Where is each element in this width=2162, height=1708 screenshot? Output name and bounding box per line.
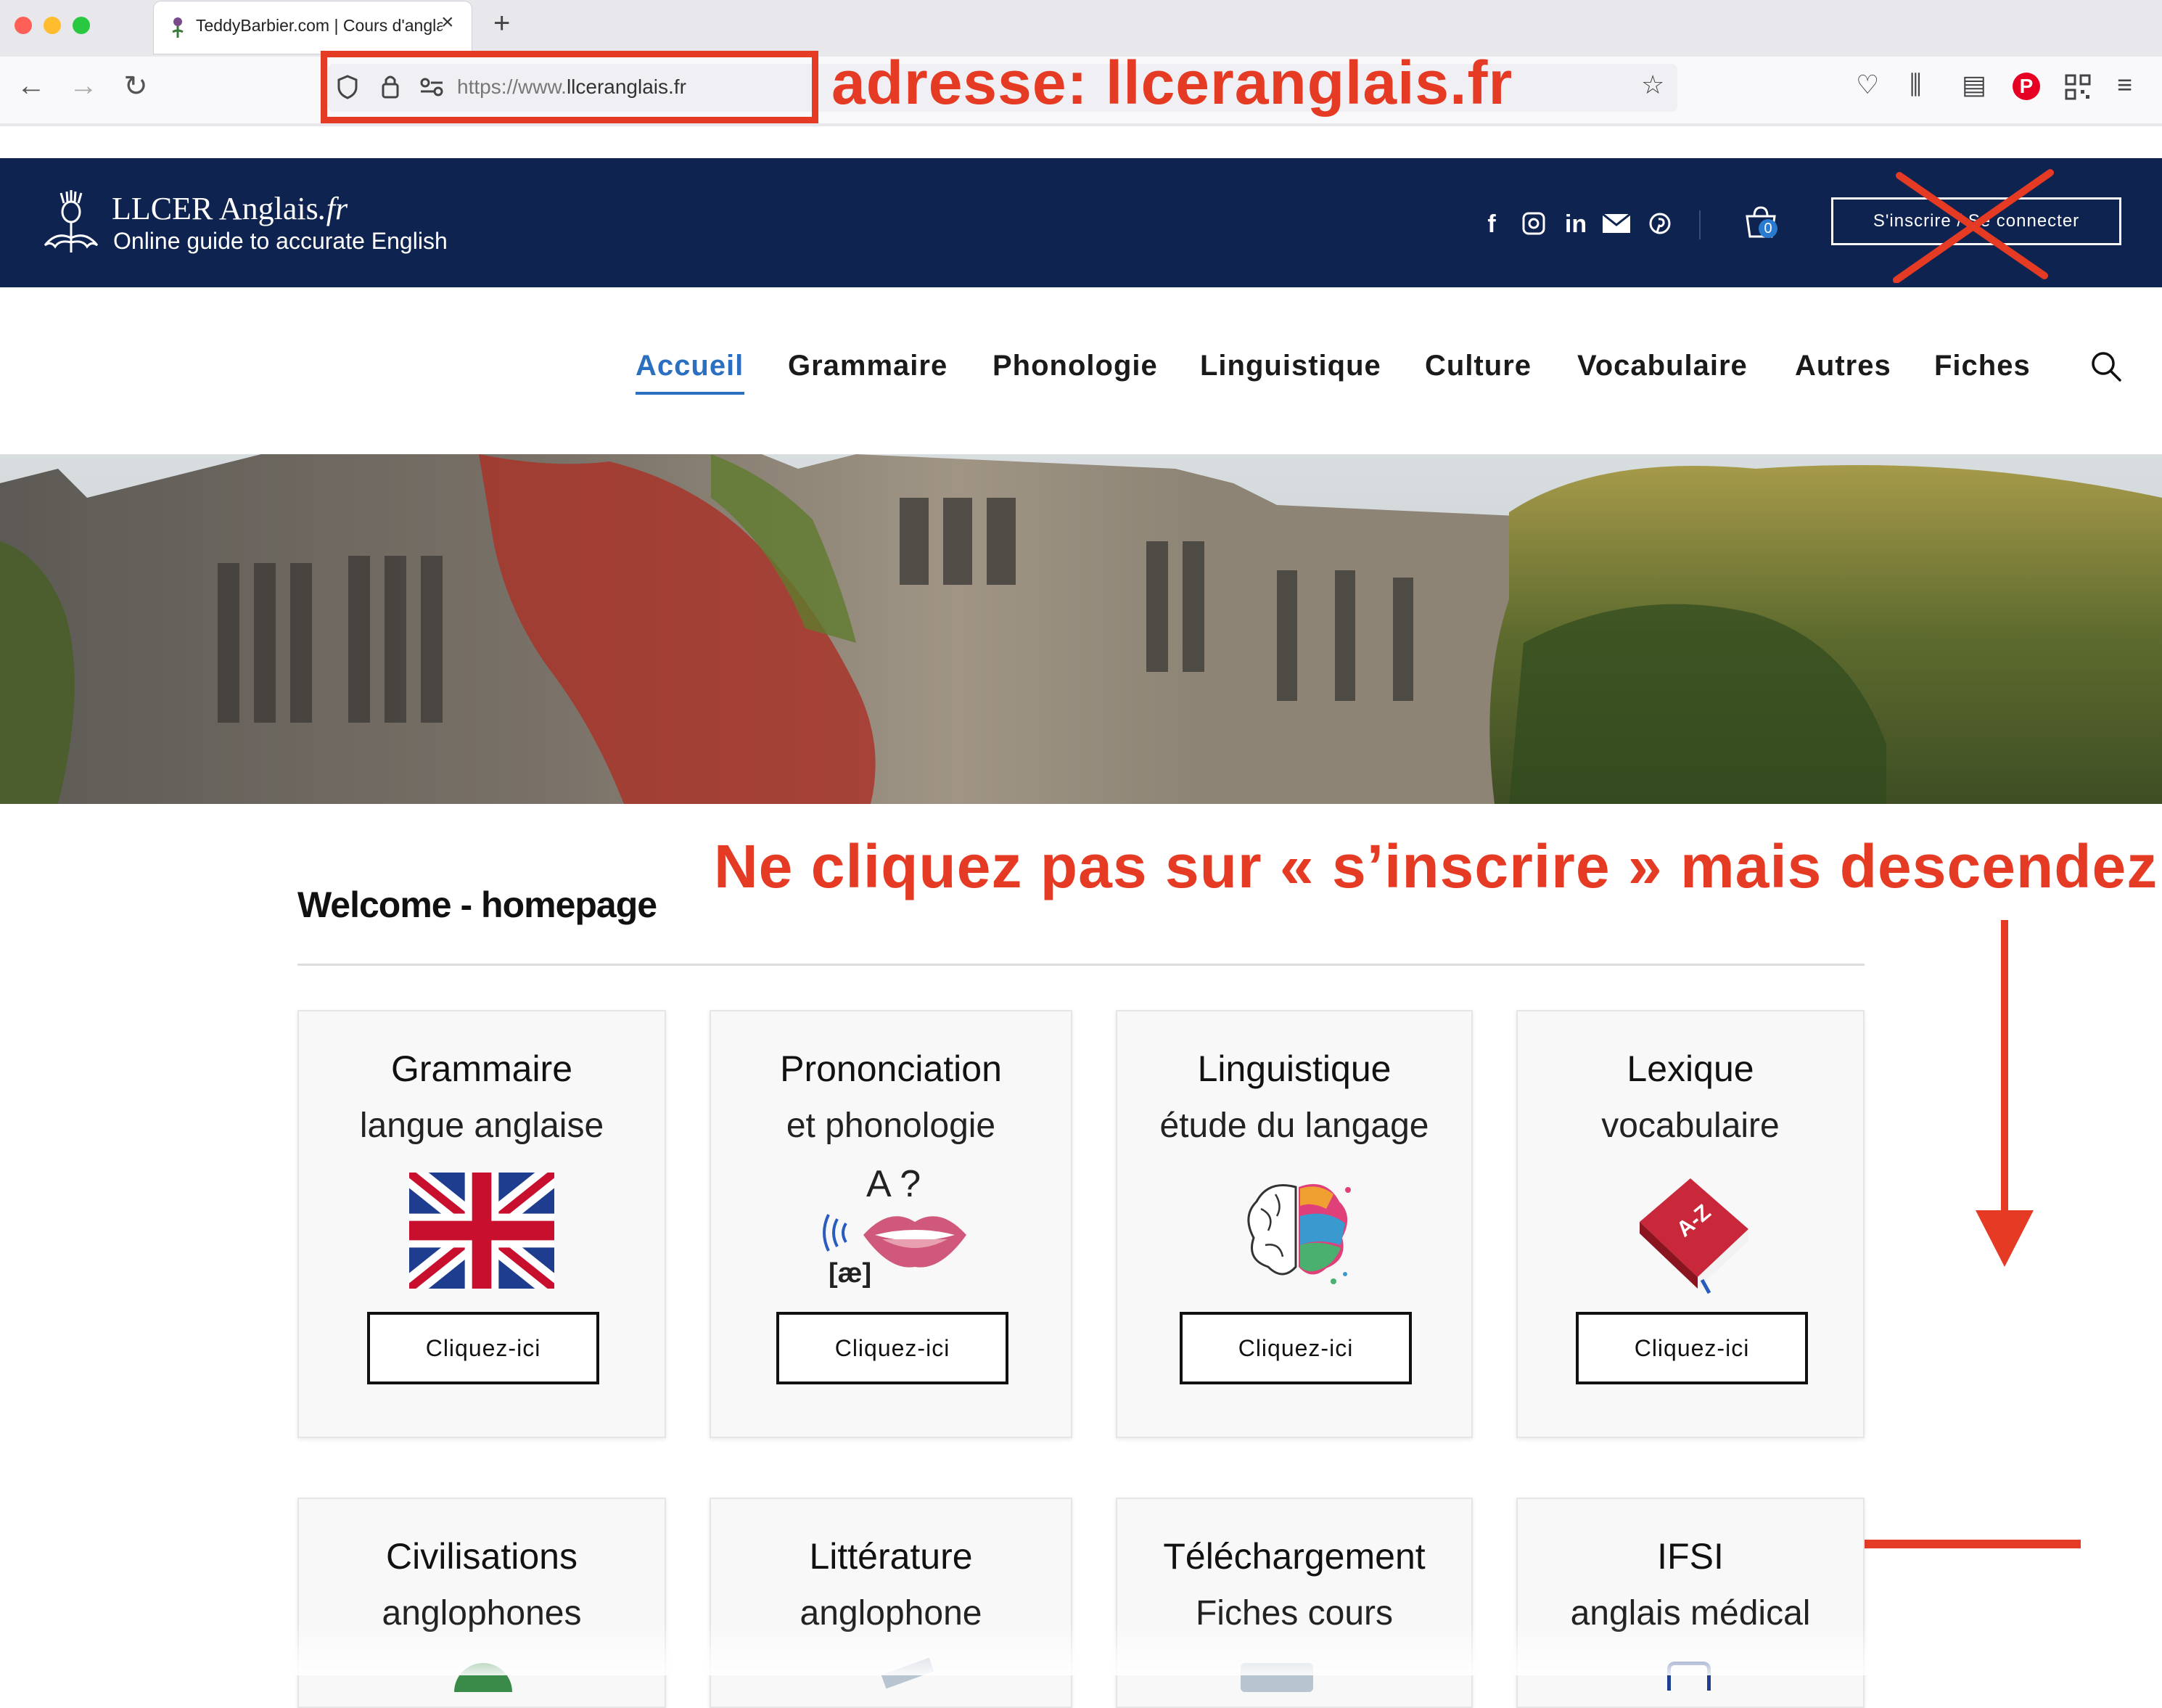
logo-suffix-text: .fr xyxy=(318,191,348,226)
close-window-button[interactable] xyxy=(15,17,32,34)
thistle-favicon-icon xyxy=(172,17,184,38)
welcome-heading: Welcome - homepage xyxy=(297,884,657,925)
search-icon[interactable] xyxy=(2089,350,2123,383)
site-tagline: Online guide to accurate English xyxy=(113,228,448,254)
card-title: Grammaire xyxy=(390,1048,573,1089)
toolbar-separator xyxy=(0,123,2162,126)
menu-item-accueil[interactable]: Accueil xyxy=(636,350,744,382)
card-subtitle: étude du langage xyxy=(1159,1106,1429,1145)
site-logo-name[interactable]: LLCER Anglais.fr xyxy=(112,190,348,227)
card-title: IFSI xyxy=(1657,1536,1724,1577)
card-subtitle: vocabulaire xyxy=(1601,1106,1780,1145)
bookmark-star-icon[interactable]: ☆ xyxy=(1641,70,1664,100)
card-ifsi: IFSI anglais médical xyxy=(1516,1498,1865,1708)
back-icon[interactable]: ← xyxy=(13,70,49,102)
tab-title: TeddyBarbier.com | Cours d'anglais xyxy=(196,16,443,35)
sound-waves-icon xyxy=(823,1214,847,1252)
prononciation-button[interactable]: Cliquez-ici xyxy=(776,1312,1008,1384)
menu-item-linguistique[interactable]: Linguistique xyxy=(1200,350,1381,382)
card-title: Littérature xyxy=(809,1536,973,1577)
grammaire-button[interactable]: Cliquez-ici xyxy=(367,1312,599,1384)
facebook-icon[interactable]: f xyxy=(1476,210,1508,239)
card-litterature: Littérature anglophone xyxy=(710,1498,1072,1708)
header-divider xyxy=(1699,210,1701,239)
linguistique-button[interactable]: Cliquez-ici xyxy=(1180,1312,1412,1384)
pocket-icon[interactable]: ♡ xyxy=(1856,70,1879,100)
pinterest-icon[interactable] xyxy=(1648,212,1672,235)
card-linguistique: Linguistique étude du langage Cliquez-ic… xyxy=(1116,1010,1473,1438)
down-arrow-annotation xyxy=(1976,920,2034,1267)
menu-item-grammaire[interactable]: Grammaire xyxy=(788,350,948,382)
active-menu-indicator xyxy=(636,392,744,395)
forward-icon[interactable]: → xyxy=(65,70,102,102)
bottom-fade xyxy=(0,1625,2162,1675)
minimize-window-button[interactable] xyxy=(44,17,61,34)
mouth-icon xyxy=(863,1216,966,1268)
reload-icon[interactable]: ↻ xyxy=(118,70,154,103)
menu-item-phonologie[interactable]: Phonologie xyxy=(992,350,1158,382)
menu-item-fiches[interactable]: Fiches xyxy=(1934,350,2031,382)
card-title: Prononciation xyxy=(780,1048,1002,1089)
scroll-annotation: Ne cliquez pas sur « s’inscrire » mais d… xyxy=(714,832,2158,900)
new-tab-button[interactable]: + xyxy=(493,7,510,40)
close-tab-icon[interactable]: × xyxy=(441,10,454,35)
linkedin-icon[interactable]: in xyxy=(1560,210,1592,239)
card-civilisations: Civilisations anglophones xyxy=(297,1498,666,1708)
instagram-icon[interactable] xyxy=(1522,212,1545,235)
card-title: Téléchargement xyxy=(1163,1536,1426,1577)
content-divider xyxy=(297,964,1865,966)
cart-count-badge: 0 xyxy=(1759,219,1777,238)
logo-name-text: LLCER Anglais xyxy=(112,191,318,226)
card-telechargement: Téléchargement Fiches cours xyxy=(1116,1498,1473,1708)
url-annotation: adresse: llceranglais.fr xyxy=(831,49,1513,117)
brain-icon xyxy=(1247,1183,1351,1284)
card-grammaire: Grammaire langue anglaise Cliquez-ici xyxy=(297,1010,666,1438)
menu-item-vocabulaire[interactable]: Vocabulaire xyxy=(1577,350,1748,382)
thistle-logo-icon[interactable] xyxy=(35,187,107,260)
zoom-window-button[interactable] xyxy=(73,17,90,34)
cross-out-mark xyxy=(1893,169,2054,283)
card-prononciation: Prononciation et phonologie A ? [æ] Cliq… xyxy=(710,1010,1072,1438)
url-highlight-box xyxy=(321,51,818,123)
card-title: Lexique xyxy=(1627,1048,1754,1089)
menu-item-culture[interactable]: Culture xyxy=(1425,350,1532,382)
hero-building-image xyxy=(0,454,2162,804)
uk-flag-icon xyxy=(409,1173,554,1289)
menu-hamburger-icon[interactable]: ≡ xyxy=(2117,70,2132,100)
card-subtitle: langue anglaise xyxy=(359,1106,604,1145)
pinterest-extension-icon[interactable]: P xyxy=(2013,73,2040,100)
menu-item-autres[interactable]: Autres xyxy=(1795,350,1891,382)
card-title: Linguistique xyxy=(1197,1048,1392,1089)
card-subtitle: et phonologie xyxy=(786,1106,996,1145)
card-title: Civilisations xyxy=(386,1536,578,1577)
lexique-button[interactable]: Cliquez-ici xyxy=(1576,1312,1808,1384)
card-lexique: Lexique vocabulaire A-Z Cliquez-ici xyxy=(1516,1010,1865,1438)
phonetic-symbol: [æ] xyxy=(829,1258,872,1289)
email-icon[interactable] xyxy=(1602,213,1631,234)
qr-code-icon[interactable] xyxy=(2065,74,2091,100)
sidebar-icon[interactable]: ▤ xyxy=(1962,70,1986,100)
question-text: A ? xyxy=(866,1163,921,1205)
library-icon[interactable]: ⫼ xyxy=(1910,70,1922,101)
